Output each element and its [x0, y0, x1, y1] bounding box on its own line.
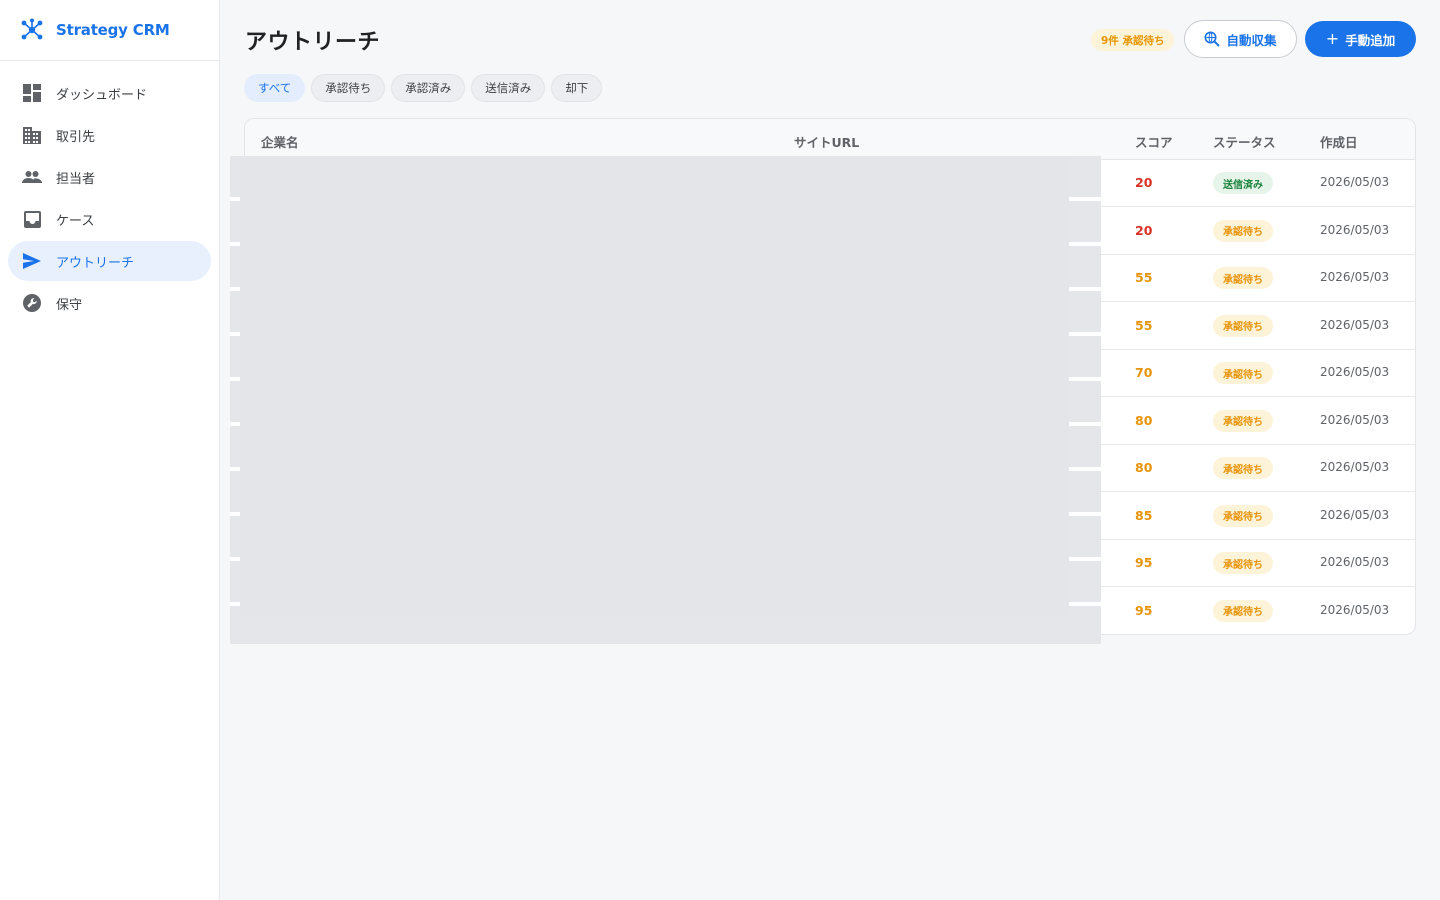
- row-divider: [1069, 197, 1101, 201]
- sidebar: Strategy CRM ダッシュボード 取引先 担当者 ケース アウトリーチ …: [0, 0, 220, 900]
- dashboard-icon: [22, 83, 42, 103]
- score-cell: 95: [1135, 555, 1153, 570]
- created-date-cell: 2026/05/03: [1320, 507, 1390, 522]
- filter-chip-rejected[interactable]: 却下: [551, 74, 603, 102]
- sidebar-item-outreach[interactable]: アウトリーチ: [8, 241, 211, 281]
- sidebar-item-label: アウトリーチ: [56, 255, 135, 271]
- score-cell: 80: [1135, 412, 1153, 428]
- score-cell: 55: [1135, 317, 1153, 333]
- sidebar-item-contacts[interactable]: 担当者: [8, 157, 211, 197]
- filter-chip-sent[interactable]: 送信済み: [471, 74, 546, 102]
- created-date-cell: 2026/05/03: [1320, 270, 1390, 284]
- row-divider: [1069, 377, 1101, 381]
- people-icon: [22, 167, 42, 187]
- brand-logo-icon: [21, 18, 43, 40]
- column-header-company[interactable]: 企業名: [261, 132, 299, 151]
- row-divider: [1069, 557, 1101, 561]
- sidebar-item-dashboard[interactable]: ダッシュボード: [8, 73, 211, 113]
- filter-chip-all[interactable]: すべて: [244, 74, 306, 102]
- sidebar-item-accounts[interactable]: 取引先: [8, 115, 211, 155]
- status-badge: 承認待ち: [1213, 314, 1273, 337]
- status-filter-chips: すべて 承認待ち 承認済み 送信済み 却下: [244, 74, 603, 102]
- row-divider: [1069, 512, 1101, 516]
- status-badge: 承認待ち: [1213, 504, 1273, 527]
- status-badge: 承認待ち: [1213, 457, 1273, 479]
- score-cell: 20: [1135, 175, 1153, 190]
- score-cell: 95: [1135, 602, 1153, 618]
- row-divider: [1069, 332, 1101, 336]
- manual-add-button[interactable]: + 手動追加: [1305, 21, 1416, 57]
- sidebar-item-maintenance[interactable]: 保守: [8, 283, 211, 323]
- created-date-cell: 2026/05/03: [1320, 222, 1390, 237]
- pending-count-badge: 9件 承認待ち: [1091, 29, 1175, 51]
- redacted-region-inner: [240, 156, 1069, 616]
- brand-name: Strategy CRM: [56, 21, 170, 39]
- sidebar-item-label: 取引先: [56, 129, 96, 145]
- auto-collect-button[interactable]: 自動収集: [1184, 20, 1297, 58]
- inbox-icon: [22, 209, 42, 229]
- row-divider: [230, 512, 240, 516]
- plus-icon: +: [1325, 29, 1340, 48]
- sidebar-item-label: 担当者: [56, 171, 96, 187]
- filter-chip-pending[interactable]: 承認待ち: [311, 74, 386, 102]
- row-divider: [230, 332, 240, 336]
- column-header-score[interactable]: スコア: [1135, 132, 1173, 151]
- row-divider: [230, 197, 240, 201]
- row-divider: [1069, 287, 1101, 291]
- row-divider: [1069, 602, 1101, 606]
- column-header-status[interactable]: ステータス: [1213, 132, 1276, 151]
- score-cell: 20: [1135, 222, 1153, 238]
- row-divider: [230, 602, 240, 606]
- created-date-cell: 2026/05/03: [1320, 175, 1390, 189]
- page-title: アウトリーチ: [245, 30, 381, 55]
- created-date-cell: 2026/05/03: [1320, 460, 1390, 474]
- row-divider: [1069, 242, 1101, 246]
- created-date-cell: 2026/05/03: [1320, 602, 1390, 617]
- row-divider: [230, 467, 240, 471]
- status-badge: 承認待ち: [1213, 267, 1273, 289]
- created-date-cell: 2026/05/03: [1320, 555, 1390, 569]
- score-cell: 85: [1135, 507, 1153, 523]
- score-cell: 55: [1135, 270, 1153, 285]
- status-badge: 承認待ち: [1213, 409, 1273, 432]
- row-divider: [230, 422, 240, 426]
- row-divider: [230, 377, 240, 381]
- created-date-cell: 2026/05/03: [1320, 365, 1390, 379]
- sidebar-item-label: ケース: [56, 213, 95, 229]
- auto-collect-label: 自動収集: [1226, 32, 1277, 48]
- row-divider: [1069, 422, 1101, 426]
- column-header-site-url[interactable]: サイトURL: [794, 132, 859, 151]
- filter-chip-approved[interactable]: 承認済み: [391, 74, 466, 102]
- table-header: 企業名 サイトURL スコア ステータス 作成日: [245, 119, 1415, 160]
- wrench-icon: [22, 293, 42, 313]
- score-cell: 70: [1135, 365, 1153, 380]
- created-date-cell: 2026/05/03: [1320, 412, 1390, 427]
- sidebar-item-cases[interactable]: ケース: [8, 199, 211, 239]
- row-divider: [230, 287, 240, 291]
- row-divider: [230, 557, 240, 561]
- created-date-cell: 2026/05/03: [1320, 317, 1390, 332]
- status-badge: 送信済み: [1213, 172, 1273, 194]
- manual-add-label: 手動追加: [1345, 32, 1396, 48]
- status-badge: 承認待ち: [1213, 362, 1273, 384]
- status-badge: 承認待ち: [1213, 599, 1273, 622]
- send-icon: [22, 251, 42, 271]
- sidebar-item-label: ダッシュボード: [56, 87, 148, 103]
- brand[interactable]: Strategy CRM: [0, 0, 219, 61]
- status-badge: 承認待ち: [1213, 552, 1273, 574]
- building-icon: [22, 125, 42, 145]
- sidebar-nav: ダッシュボード 取引先 担当者 ケース アウトリーチ 保守: [0, 61, 219, 323]
- row-divider: [230, 242, 240, 246]
- column-header-created[interactable]: 作成日: [1320, 132, 1358, 151]
- score-cell: 80: [1135, 460, 1153, 475]
- row-divider: [1069, 467, 1101, 471]
- search-globe-icon: [1204, 31, 1221, 47]
- status-badge: 承認待ち: [1213, 219, 1273, 242]
- sidebar-item-label: 保守: [56, 297, 83, 313]
